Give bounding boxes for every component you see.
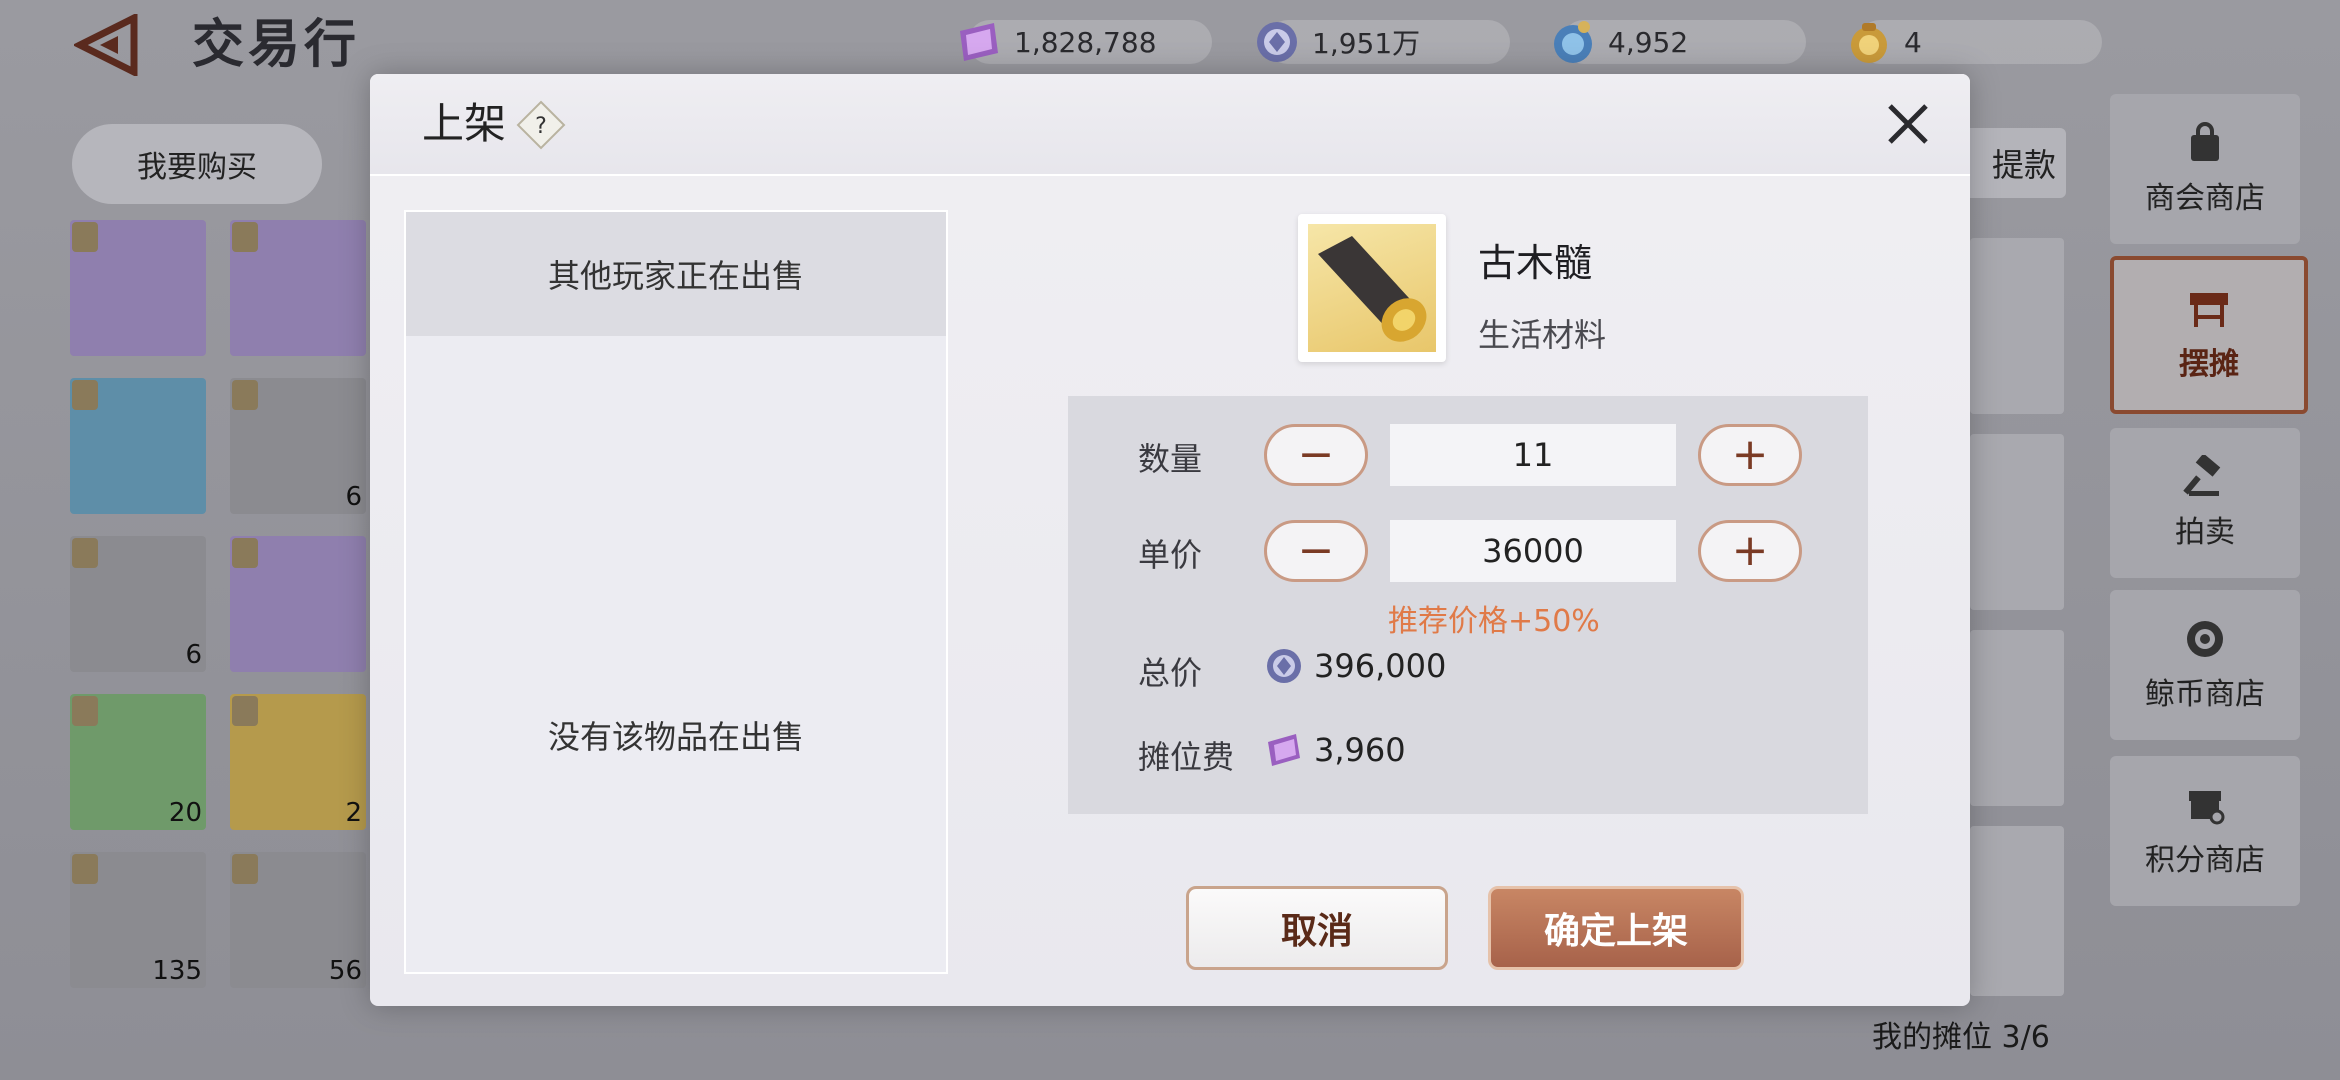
- inventory-slot[interactable]: 56: [230, 852, 366, 988]
- page-title: 交易行: [192, 15, 361, 75]
- tradable-badge-icon: [232, 380, 258, 410]
- inventory-slot[interactable]: 20: [70, 694, 206, 830]
- tradable-badge-icon: [232, 538, 258, 568]
- sidebar-item-label: 摆摊: [2179, 347, 2239, 382]
- tradable-badge-icon: [72, 854, 98, 884]
- currency-whale[interactable]: 4,952: [1554, 20, 1806, 64]
- sidebar-item-points-shop[interactable]: 积分商店: [2110, 756, 2300, 906]
- total-amount: 396,000: [1314, 647, 1447, 685]
- listing-form: 数量 − 11 + 单价 − 36000 + 推荐价格+50% 总价 396,0…: [1068, 396, 1868, 814]
- sidebar-item-stall[interactable]: 摆摊: [2110, 256, 2308, 414]
- unit-price-label: 单价: [1138, 536, 1203, 574]
- price-recommendation: 推荐价格+50%: [1388, 604, 1600, 639]
- item-name: 古木髓: [1478, 241, 1593, 285]
- whale-coin-icon: [1554, 21, 1592, 63]
- unit-price-input[interactable]: 36000: [1390, 520, 1676, 582]
- tradable-badge-icon: [232, 222, 258, 252]
- fee-amount: 3,960: [1314, 731, 1406, 769]
- tradable-badge-icon: [72, 696, 98, 726]
- item-count: 6: [345, 482, 362, 512]
- tradable-badge-icon: [72, 538, 98, 568]
- currency-value: 4: [1904, 25, 1922, 59]
- sidebar-item-guild-shop[interactable]: 商会商店: [2110, 94, 2300, 244]
- my-stall-count: 我的摊位 3/6: [1872, 1020, 2050, 1055]
- sidebar-item-label: 鲸币商店: [2145, 677, 2265, 712]
- quantity-label: 数量: [1138, 440, 1203, 478]
- dialog-header: 上架 ?: [370, 74, 1970, 176]
- inventory-slot[interactable]: [230, 220, 366, 356]
- tradable-badge-icon: [72, 222, 98, 252]
- inventory-slot[interactable]: 2: [230, 694, 366, 830]
- stall-fee-label: 摊位费: [1138, 738, 1235, 776]
- close-icon[interactable]: [1878, 94, 1938, 154]
- currency-value: 1,828,788: [1014, 25, 1157, 59]
- item-icon-frame: [1298, 214, 1446, 362]
- inventory-slot[interactable]: [230, 536, 366, 672]
- tab-other-sellers[interactable]: 其他玩家正在出售: [406, 212, 946, 336]
- quantity-input[interactable]: 11: [1390, 424, 1676, 486]
- total-label: 总价: [1138, 654, 1203, 692]
- purple-ticket-icon: [1268, 734, 1300, 766]
- item-count: 6: [185, 640, 202, 670]
- gavel-icon: [2183, 455, 2221, 496]
- shop-bag-icon: [2191, 122, 2219, 161]
- price-plus-button[interactable]: +: [1698, 520, 1802, 582]
- item-count: 135: [152, 956, 202, 986]
- purple-ticket-icon: [960, 23, 998, 61]
- inventory-slot[interactable]: [70, 378, 206, 514]
- currency-value: 4,952: [1608, 25, 1689, 59]
- quantity-plus-button[interactable]: +: [1698, 424, 1802, 486]
- currency-purple[interactable]: 1,828,788: [960, 20, 1212, 64]
- tradable-badge-icon: [232, 696, 258, 726]
- tradable-badge-icon: [72, 380, 98, 410]
- confirm-listing-button[interactable]: 确定上架: [1488, 886, 1744, 970]
- silver-coin-icon: [1267, 649, 1301, 683]
- item-count: 2: [345, 798, 362, 828]
- currency-silver[interactable]: 1,951万: [1257, 20, 1510, 64]
- whale-icon: [2187, 621, 2223, 657]
- sidebar-item-label: 商会商店: [2145, 181, 2265, 216]
- item-type: 生活材料: [1478, 316, 1607, 354]
- inventory-slot[interactable]: 6: [230, 378, 366, 514]
- currency-value: 1,951万: [1312, 27, 1421, 60]
- tradable-badge-icon: [232, 854, 258, 884]
- sidebar-item-auction[interactable]: 拍卖: [2110, 428, 2300, 578]
- item-count: 20: [168, 798, 202, 828]
- minus-icon: −: [1297, 525, 1335, 576]
- other-sellers-panel: 其他玩家正在出售 没有该物品在出售: [404, 210, 948, 974]
- currency-gold[interactable]: 4: [1851, 20, 2102, 64]
- sidebar-item-whale-shop[interactable]: 鲸币商店: [2110, 590, 2300, 740]
- back-arrow-icon: [72, 12, 138, 78]
- minus-icon: −: [1297, 429, 1335, 480]
- stall-slot: [1970, 434, 2064, 610]
- stall-slot: [1970, 630, 2064, 806]
- sidebar-item-label: 拍卖: [2175, 515, 2235, 550]
- store-icon: [2189, 791, 2225, 825]
- tab-buy[interactable]: 我要购买: [72, 124, 322, 204]
- inventory-slot[interactable]: 6: [70, 536, 206, 672]
- stall-fee-value: 3,960: [1264, 730, 1406, 770]
- plus-icon: +: [1731, 429, 1769, 480]
- inventory-slot[interactable]: 135: [70, 852, 206, 988]
- price-minus-button[interactable]: −: [1264, 520, 1368, 582]
- help-icon[interactable]: ?: [516, 100, 566, 150]
- sidebar-item-label: 积分商店: [2145, 843, 2265, 878]
- silver-coin-icon: [1257, 22, 1297, 62]
- back-button[interactable]: [72, 12, 146, 78]
- stall-slot: [1970, 238, 2064, 414]
- total-value: 396,000: [1264, 646, 1446, 686]
- inventory-slot[interactable]: [70, 220, 206, 356]
- stall-icon: [2190, 293, 2228, 327]
- help-symbol: ?: [535, 114, 547, 139]
- plus-icon: +: [1731, 525, 1769, 576]
- gold-pouch-icon: [1851, 23, 1887, 63]
- quantity-minus-button[interactable]: −: [1264, 424, 1368, 486]
- dialog-title: 上架: [422, 99, 507, 148]
- item-count: 56: [328, 956, 362, 986]
- wood-log-icon: [1308, 224, 1436, 352]
- empty-message: 没有该物品在出售: [547, 718, 804, 756]
- cancel-button[interactable]: 取消: [1186, 886, 1448, 970]
- list-item-dialog: 上架 ? 其他玩家正在出售 没有该物品在出售 古木髓 生活材料 数量 − 11 …: [370, 74, 1970, 1006]
- stall-slot: [1970, 826, 2064, 996]
